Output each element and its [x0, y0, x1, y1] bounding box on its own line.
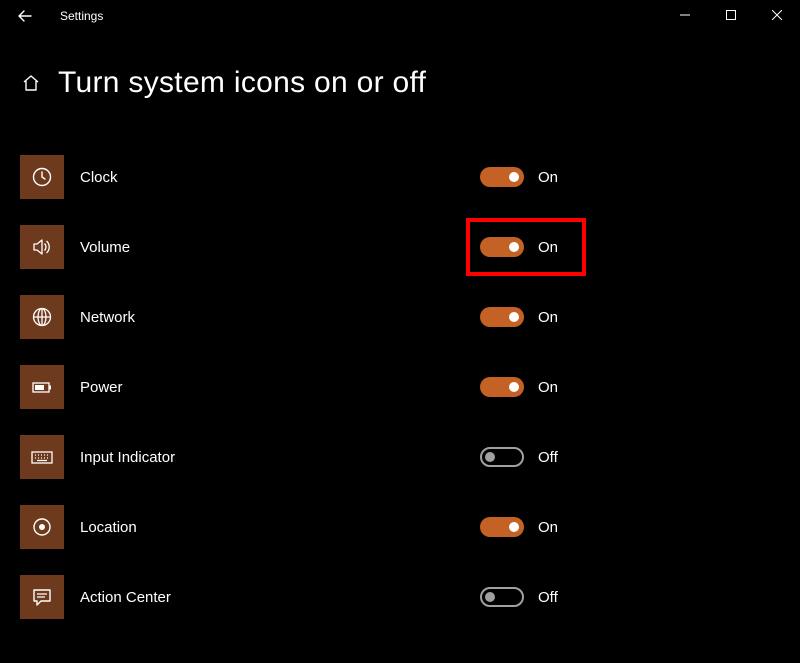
label-power: Power [80, 379, 123, 396]
toggle-state-label-power: On [538, 379, 558, 396]
label-network: Network [80, 309, 135, 326]
row-action-center: Action Center Off [20, 562, 800, 632]
minimize-button[interactable] [662, 0, 708, 30]
row-clock: Clock On [20, 142, 800, 212]
page-header: Turn system icons on or off [0, 32, 800, 100]
window-controls [662, 0, 800, 30]
toggle-state-label-input-indicator: Off [538, 449, 558, 466]
toggle-wrap-input-indicator: Off [480, 435, 558, 479]
target-icon [31, 516, 53, 538]
maximize-button[interactable] [708, 0, 754, 30]
row-power: Power On [20, 352, 800, 422]
volume-icon-tile [20, 225, 64, 269]
toggle-knob [509, 172, 519, 182]
toggle-volume[interactable] [480, 237, 524, 257]
toggle-action-center[interactable] [480, 587, 524, 607]
keyboard-icon [30, 446, 54, 468]
toggle-wrap-location: On [480, 505, 558, 549]
toggle-location[interactable] [480, 517, 524, 537]
toggle-power[interactable] [480, 377, 524, 397]
page-title: Turn system icons on or off [58, 66, 426, 100]
maximize-icon [726, 10, 736, 20]
close-icon [772, 10, 782, 20]
globe-icon-tile [20, 295, 64, 339]
label-input-indicator: Input Indicator [80, 449, 175, 466]
label-location: Location [80, 519, 137, 536]
toggle-clock[interactable] [480, 167, 524, 187]
row-volume: Volume On [20, 212, 800, 282]
toggle-network[interactable] [480, 307, 524, 327]
toggle-knob [509, 242, 519, 252]
arrow-left-icon [18, 9, 32, 23]
label-action-center: Action Center [80, 589, 171, 606]
toggle-knob [509, 312, 519, 322]
row-input-indicator: Input Indicator Off [20, 422, 800, 492]
toggle-knob [509, 382, 519, 392]
label-volume: Volume [80, 239, 130, 256]
target-icon-tile [20, 505, 64, 549]
action-center-icon-tile [20, 575, 64, 619]
globe-icon [31, 306, 53, 328]
label-clock: Clock [80, 169, 118, 186]
toggle-knob [485, 592, 495, 602]
toggle-wrap-network: On [480, 295, 558, 339]
app-title: Settings [60, 9, 103, 23]
toggle-state-label-volume: On [538, 239, 558, 256]
back-button[interactable] [18, 9, 32, 23]
toggle-knob [509, 522, 519, 532]
toggle-knob [485, 452, 495, 462]
close-button[interactable] [754, 0, 800, 30]
toggle-wrap-volume: On [480, 225, 558, 269]
battery-icon-tile [20, 365, 64, 409]
toggle-state-label-network: On [538, 309, 558, 326]
minimize-icon [680, 10, 690, 20]
clock-icon [31, 166, 53, 188]
row-location: Location On [20, 492, 800, 562]
toggle-input-indicator[interactable] [480, 447, 524, 467]
settings-list: Clock On Volume On Network On Power On Input Ind… [0, 142, 800, 632]
battery-icon [30, 376, 54, 398]
clock-icon-tile [20, 155, 64, 199]
action-center-icon [31, 586, 53, 608]
toggle-state-label-action-center: Off [538, 589, 558, 606]
toggle-wrap-clock: On [480, 155, 558, 199]
toggle-state-label-clock: On [538, 169, 558, 186]
toggle-wrap-action-center: Off [480, 575, 558, 619]
toggle-state-label-location: On [538, 519, 558, 536]
volume-icon [31, 236, 53, 258]
home-icon[interactable] [20, 72, 42, 94]
toggle-wrap-power: On [480, 365, 558, 409]
keyboard-icon-tile [20, 435, 64, 479]
row-network: Network On [20, 282, 800, 352]
